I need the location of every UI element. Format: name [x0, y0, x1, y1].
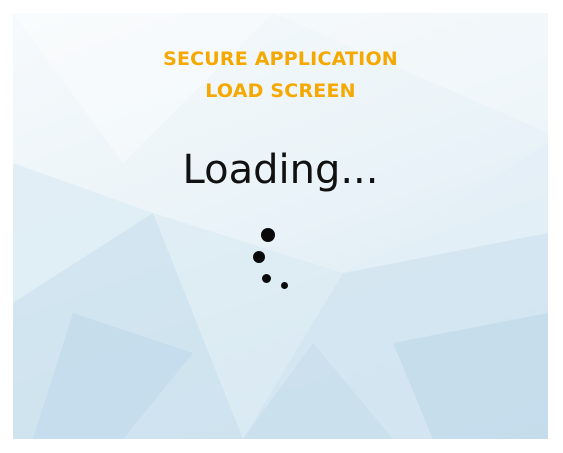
app-title-line1: SECURE APPLICATION	[163, 48, 398, 70]
spinner-dot	[253, 251, 265, 263]
loading-spinner-icon	[241, 224, 301, 294]
load-screen: SECURE APPLICATION LOAD SCREEN Loading..…	[13, 13, 548, 439]
spinner-dot	[262, 274, 271, 283]
app-title-line2: LOAD SCREEN	[205, 80, 356, 102]
loading-label: Loading...	[182, 147, 379, 193]
spinner-dot	[281, 282, 288, 289]
spinner-dot	[261, 228, 275, 242]
